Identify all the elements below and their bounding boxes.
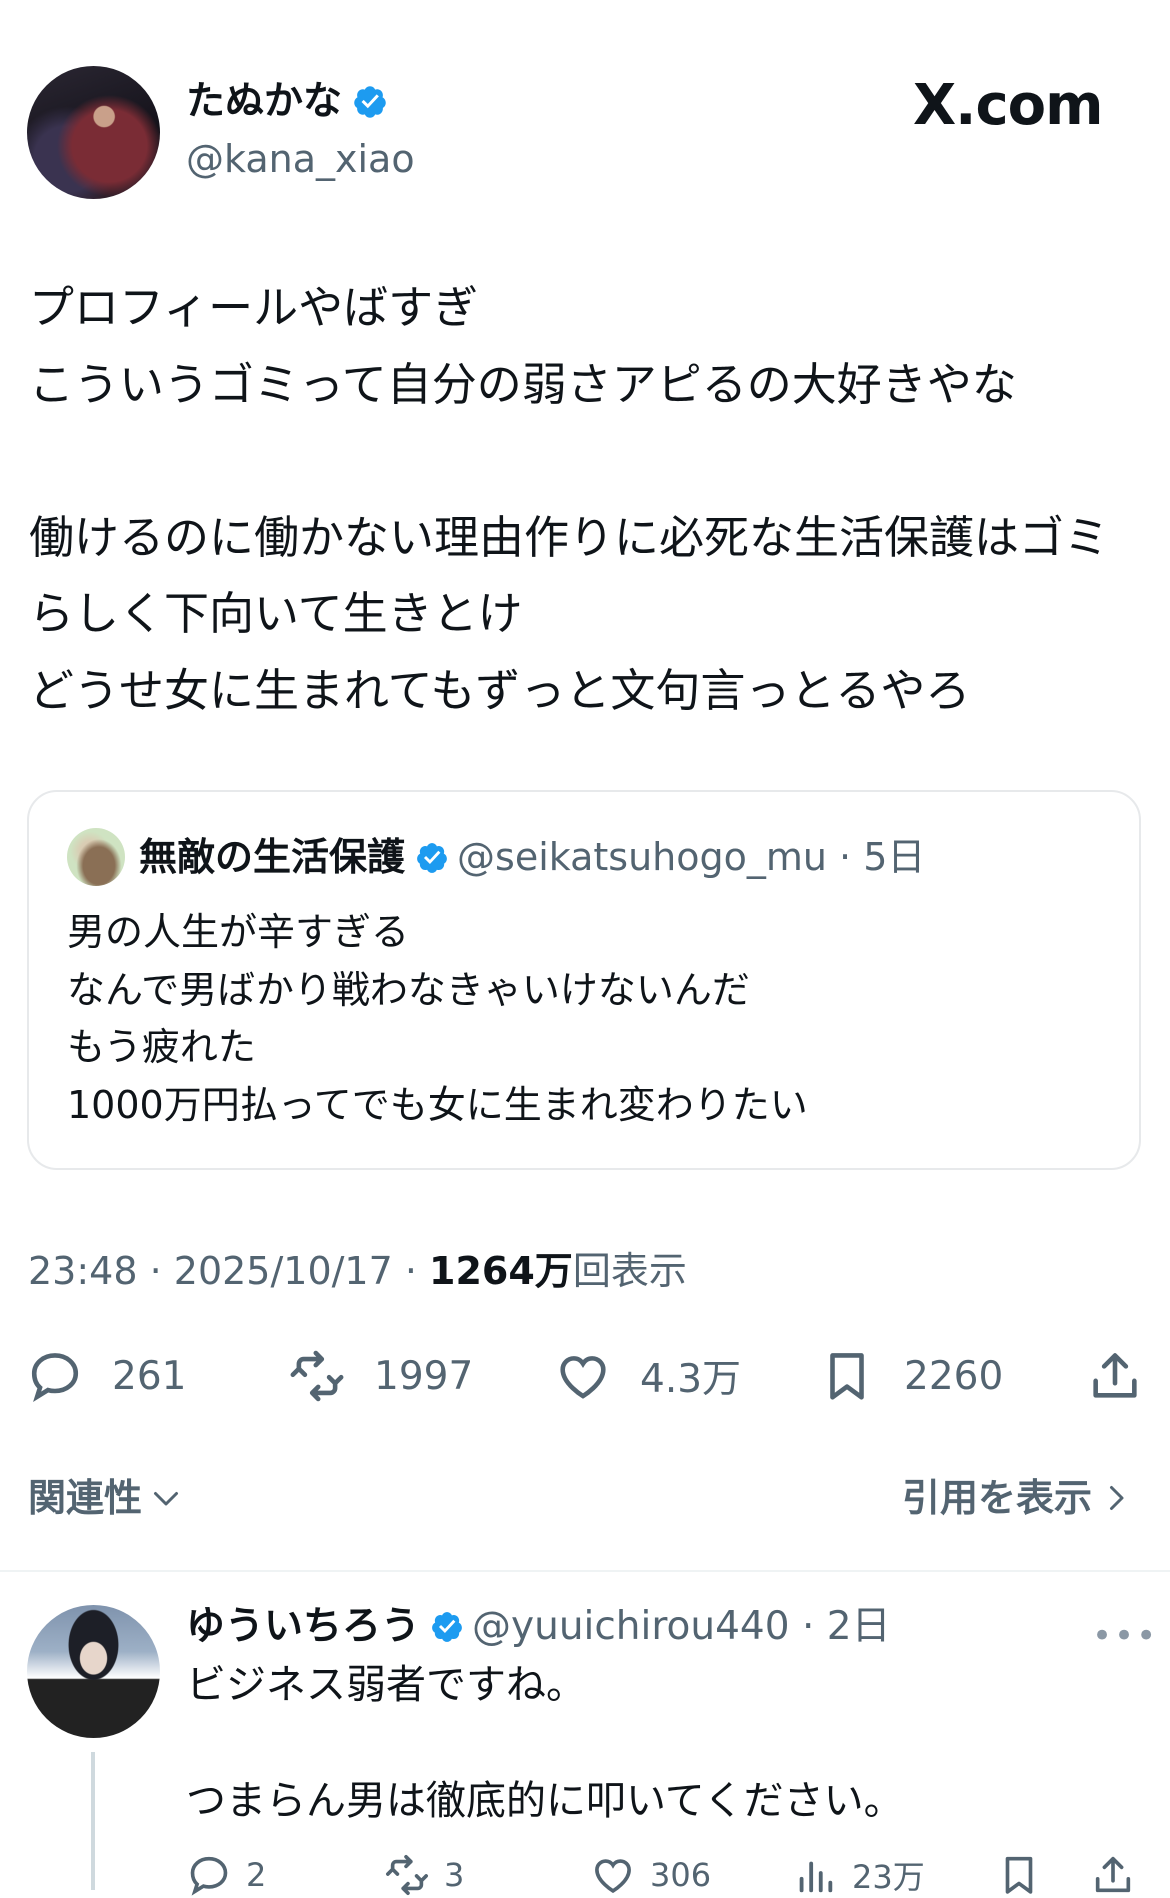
views-icon xyxy=(799,1861,833,1893)
like-count: 4.3万 xyxy=(640,1357,742,1402)
share-icon[interactable] xyxy=(1090,1852,1136,1898)
quoted-tweet-card[interactable]: 無敵の生活保護 @seikatsuhogo_mu · 5日 男の人生が辛すぎる な… xyxy=(27,790,1141,1170)
reply-button[interactable]: 261 xyxy=(26,1348,186,1404)
view-quotes-label: 引用を表示 xyxy=(901,1476,1092,1520)
author-name-row[interactable]: たぬかな xyxy=(186,78,388,126)
like-icon xyxy=(560,1356,606,1399)
quoted-tweet-age: 5日 xyxy=(863,835,926,879)
tweet-meta: 23:48 · 2025/10/17 · 1264万回表示 xyxy=(28,1249,687,1293)
reply-reply-button[interactable]: 2 xyxy=(186,1852,266,1898)
bookmark-icon xyxy=(830,1353,864,1400)
chevron-down-icon xyxy=(154,1492,179,1506)
author-avatar[interactable] xyxy=(27,66,160,199)
sort-label: 関連性 xyxy=(28,1476,143,1520)
bookmark-icon[interactable] xyxy=(996,1852,1042,1898)
reply-repost-button[interactable]: 3 xyxy=(384,1852,464,1898)
chevron-right-icon xyxy=(1110,1486,1124,1510)
reply-count: 261 xyxy=(112,1353,187,1399)
reply-age: 2日 xyxy=(826,1604,891,1649)
quoted-author-handle[interactable]: @seikatsuhogo_mu xyxy=(457,835,827,879)
view-quotes-link[interactable]: 引用を表示 xyxy=(902,1470,1134,1526)
reply-like-count: 306 xyxy=(650,1856,712,1894)
repost-button[interactable]: 1997 xyxy=(288,1348,473,1404)
sort-dropdown[interactable]: 関連性 xyxy=(28,1470,184,1526)
reply-text: ビジネス弱者ですね。 つまらん男は徹底的に叩いてください。 xyxy=(186,1662,904,1824)
quoted-tweet-header: 無敵の生活保護 @seikatsuhogo_mu · 5日 xyxy=(139,835,926,879)
like-icon xyxy=(595,1859,631,1894)
views-label: 回表示 xyxy=(572,1249,687,1293)
reply-like-button[interactable]: 306 xyxy=(590,1852,711,1898)
verified-badge-icon xyxy=(432,1612,462,1642)
section-divider xyxy=(0,1570,1170,1572)
reply-views-button[interactable]: 23万 xyxy=(792,1852,925,1898)
reply-author-avatar[interactable] xyxy=(27,1605,160,1738)
bookmark-button[interactable]: 2260 xyxy=(818,1348,1003,1404)
reply-author-name[interactable]: ゆういちろう xyxy=(186,1604,420,1649)
quoted-author-name[interactable]: 無敵の生活保護 xyxy=(139,835,405,879)
reply-views-count: 23万 xyxy=(852,1858,925,1896)
site-brand: X.com xyxy=(913,73,1103,138)
quoted-tweet-text: 男の人生が辛すぎる なんで男ばかり戦わなきゃいけないんだ もう疲れた 1000万… xyxy=(67,910,808,1127)
views-count: 1264万 xyxy=(429,1249,573,1293)
author-name[interactable]: たぬかな xyxy=(186,79,342,124)
tweet-date[interactable]: 2025/10/17 xyxy=(174,1249,393,1293)
tweet-text: プロフィールやばすぎ こういうゴミって自分の弱さアピるの大好きやな 働けるのに働… xyxy=(29,281,1110,717)
reply-icon xyxy=(31,1353,79,1403)
tweet-time[interactable]: 23:48 xyxy=(28,1249,138,1293)
reply-header: ゆういちろう @yuuichirou440 · 2日 xyxy=(186,1604,891,1649)
verified-badge-icon xyxy=(417,843,447,873)
share-icon[interactable] xyxy=(1086,1346,1144,1406)
repost-icon xyxy=(290,1350,344,1402)
reply-author-handle[interactable]: @yuuichirou440 xyxy=(472,1604,790,1649)
thread-line xyxy=(91,1752,95,1890)
repost-icon xyxy=(386,1854,428,1896)
like-button[interactable]: 4.3万 xyxy=(554,1348,741,1404)
verified-badge-icon xyxy=(354,86,386,118)
reply-reply-count: 2 xyxy=(246,1856,267,1894)
repost-count: 1997 xyxy=(374,1353,474,1399)
reply-icon xyxy=(190,1856,228,1896)
quoted-author-avatar[interactable] xyxy=(67,828,125,886)
author-handle[interactable]: @kana_xiao xyxy=(186,136,415,182)
reply-repost-count: 3 xyxy=(444,1856,465,1894)
bookmark-count: 2260 xyxy=(904,1353,1004,1399)
more-icon[interactable]: ••• xyxy=(1092,1616,1158,1656)
